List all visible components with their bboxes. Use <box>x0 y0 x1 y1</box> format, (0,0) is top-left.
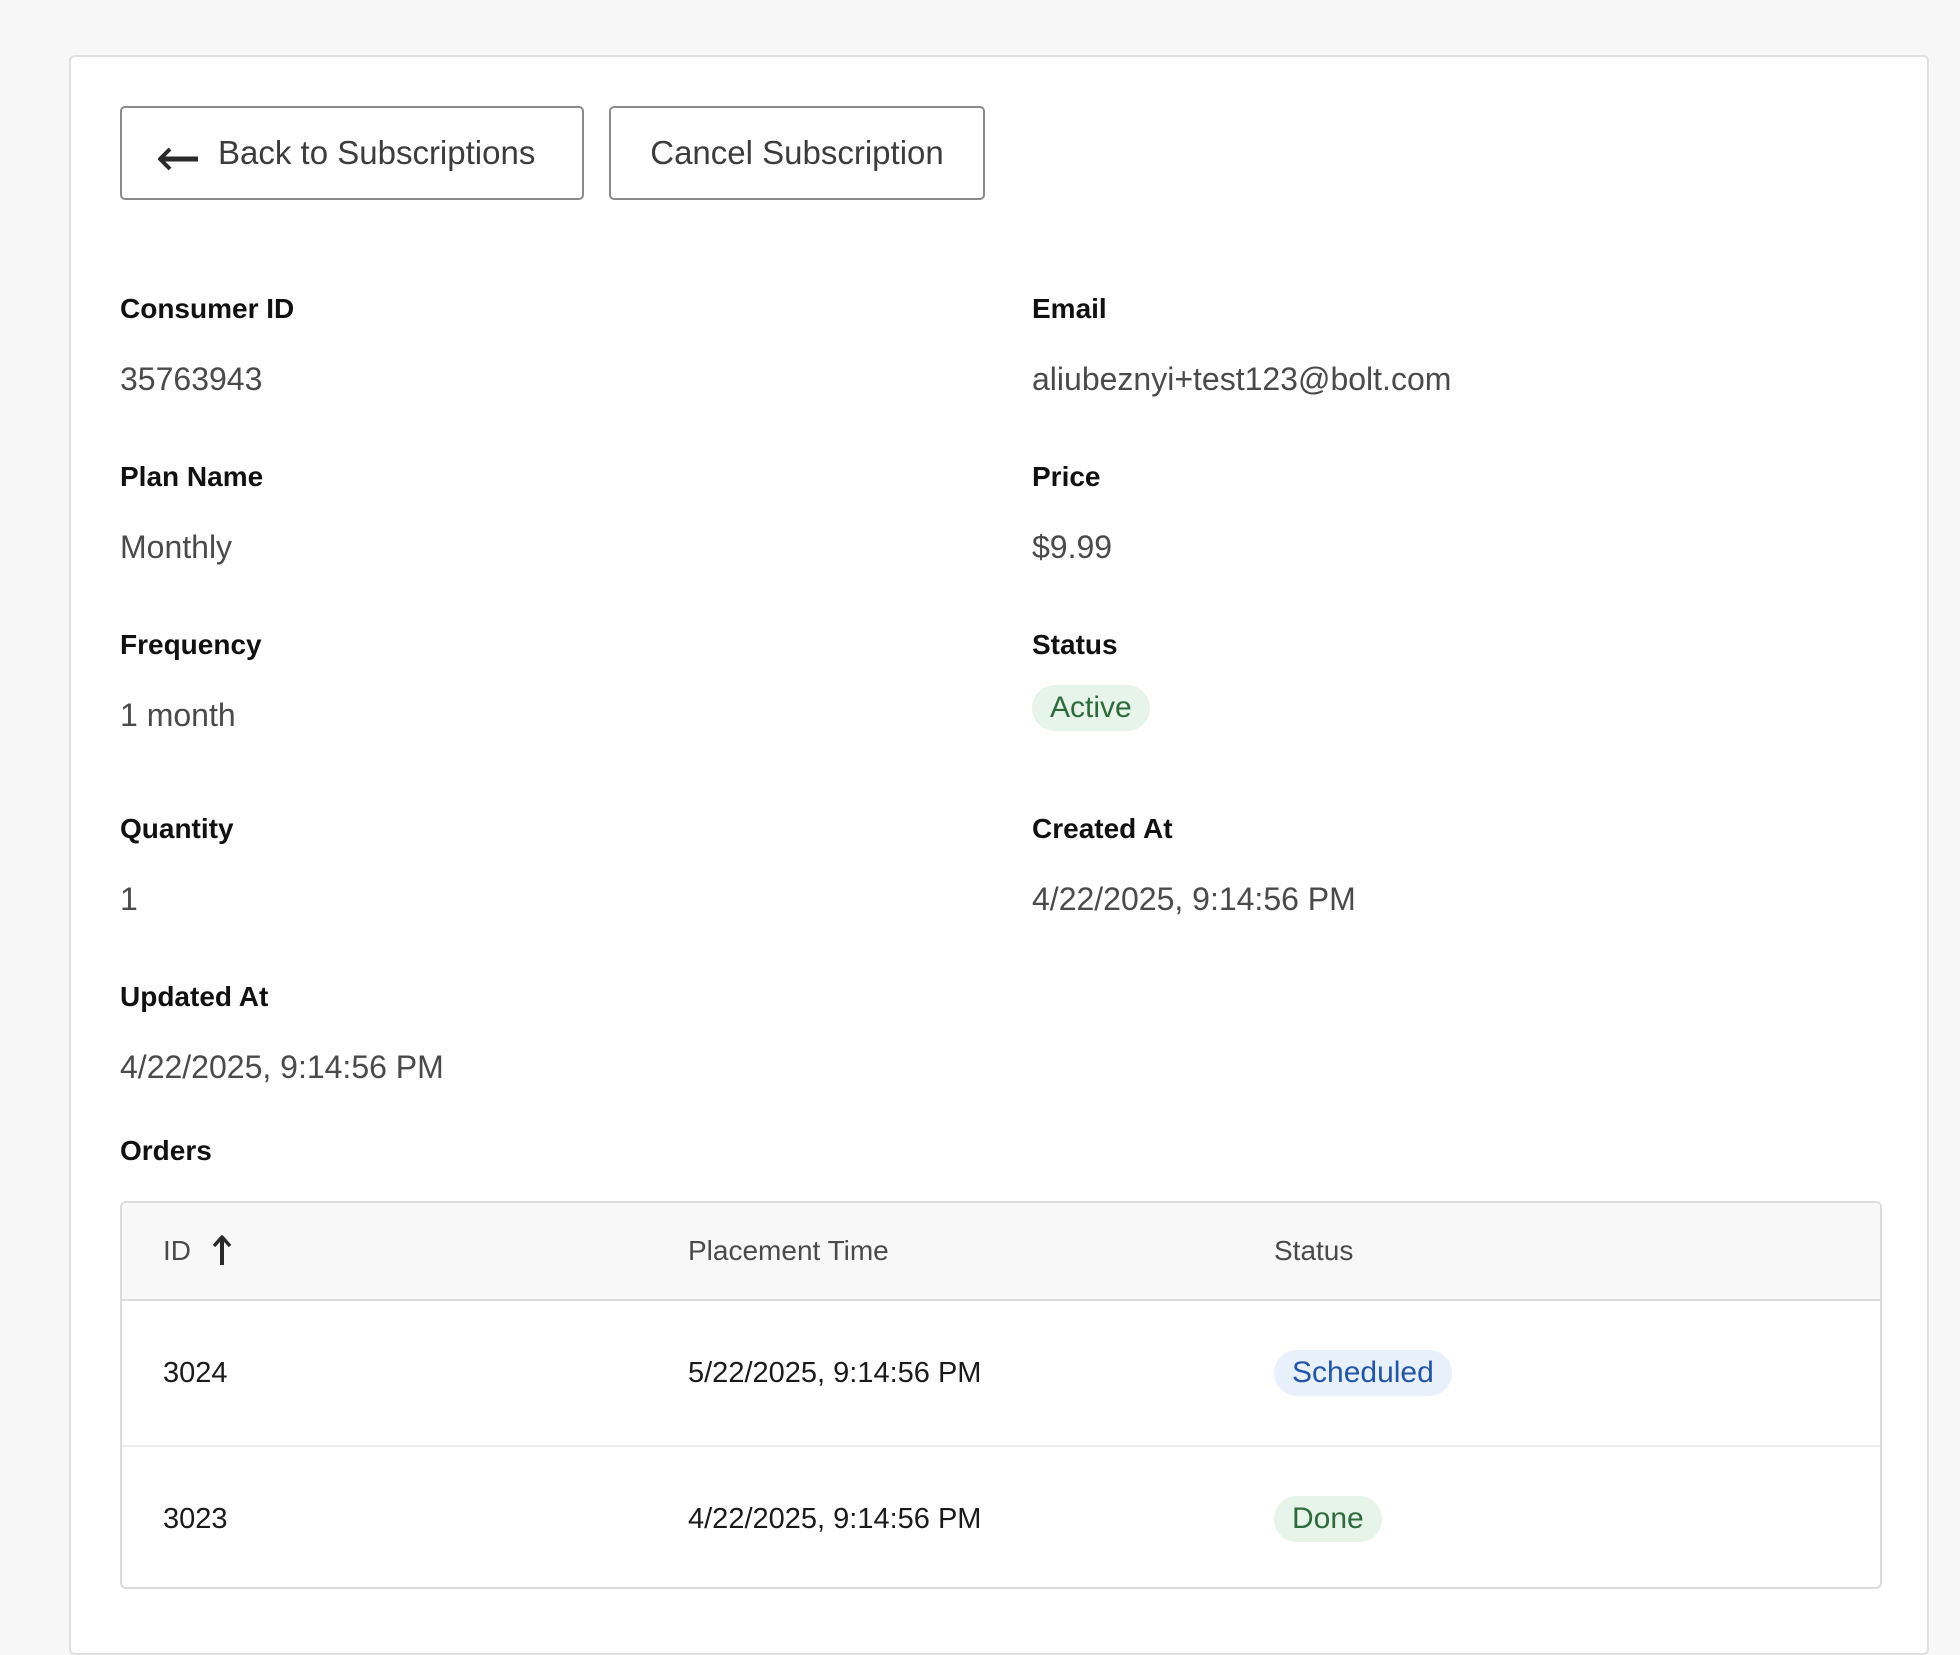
field-value: 4/22/2025, 9:14:56 PM <box>120 1049 444 1085</box>
column-header-status[interactable]: Status <box>1274 1235 1880 1267</box>
toolbar: Back to Subscriptions Cancel Subscriptio… <box>120 106 985 200</box>
cancel-subscription-button[interactable]: Cancel Subscription <box>609 106 985 200</box>
arrow-up-icon[interactable] <box>211 1235 233 1267</box>
back-to-subscriptions-button[interactable]: Back to Subscriptions <box>120 106 584 200</box>
status-badge: Active <box>1032 685 1150 731</box>
column-header-placement-time[interactable]: Placement Time <box>688 1235 1274 1267</box>
status-badge: Done <box>1274 1496 1382 1542</box>
field-email: Email aliubeznyi+test123@bolt.com <box>1032 293 1451 398</box>
column-header-label: Placement Time <box>688 1235 889 1266</box>
field-price: Price $9.99 <box>1032 461 1112 566</box>
cell-placement-time: 4/22/2025, 9:14:56 PM <box>688 1502 982 1535</box>
column-header-label: Status <box>1274 1235 1354 1266</box>
cell-status: Scheduled <box>1274 1350 1880 1396</box>
field-value: aliubeznyi+test123@bolt.com <box>1032 361 1452 397</box>
column-header-id[interactable]: ID <box>122 1235 688 1267</box>
field-value: 1 month <box>120 697 236 733</box>
table-header: ID Placement Time Status <box>122 1203 1880 1301</box>
table-row[interactable]: 3023 4/22/2025, 9:14:56 PM Done <box>122 1447 1880 1587</box>
field-value: $9.99 <box>1032 529 1113 565</box>
orders-table: ID Placement Time Status 3024 5/22/2025,… <box>120 1201 1882 1589</box>
back-button-label: Back to Subscriptions <box>218 134 536 171</box>
field-value: 35763943 <box>120 361 263 397</box>
field-created-at: Created At 4/22/2025, 9:14:56 PM <box>1032 813 1356 918</box>
field-label: Price <box>1032 461 1101 492</box>
field-label: Frequency <box>120 629 262 660</box>
status-badge: Scheduled <box>1274 1350 1452 1396</box>
arrow-left-icon <box>158 141 200 171</box>
field-label: Status <box>1032 629 1118 660</box>
field-quantity: Quantity 1 <box>120 813 234 918</box>
field-label: Plan Name <box>120 461 264 492</box>
field-label: Email <box>1032 293 1107 324</box>
field-status: Status Active <box>1032 629 1150 731</box>
field-plan-name: Plan Name Monthly <box>120 461 263 566</box>
field-label: Quantity <box>120 813 234 844</box>
orders-title: Orders <box>120 1135 212 1166</box>
table-row[interactable]: 3024 5/22/2025, 9:14:56 PM Scheduled <box>122 1301 1880 1447</box>
cell-placement-time: 5/22/2025, 9:14:56 PM <box>688 1356 982 1389</box>
column-header-label: ID <box>163 1235 191 1266</box>
cell-status: Done <box>1274 1496 1880 1542</box>
subscription-detail-card: Back to Subscriptions Cancel Subscriptio… <box>69 55 1929 1655</box>
field-label: Consumer ID <box>120 293 295 324</box>
field-value: 1 <box>120 881 138 917</box>
field-consumer-id: Consumer ID 35763943 <box>120 293 294 398</box>
field-value: 4/22/2025, 9:14:56 PM <box>1032 881 1356 917</box>
field-label: Created At <box>1032 813 1173 844</box>
field-value: Monthly <box>120 529 233 565</box>
field-label: Updated At <box>120 981 269 1012</box>
field-frequency: Frequency 1 month <box>120 629 262 734</box>
cancel-button-label: Cancel Subscription <box>650 134 944 171</box>
cell-id: 3024 <box>163 1356 228 1389</box>
field-updated-at: Updated At 4/22/2025, 9:14:56 PM <box>120 981 444 1086</box>
cell-id: 3023 <box>163 1502 228 1535</box>
